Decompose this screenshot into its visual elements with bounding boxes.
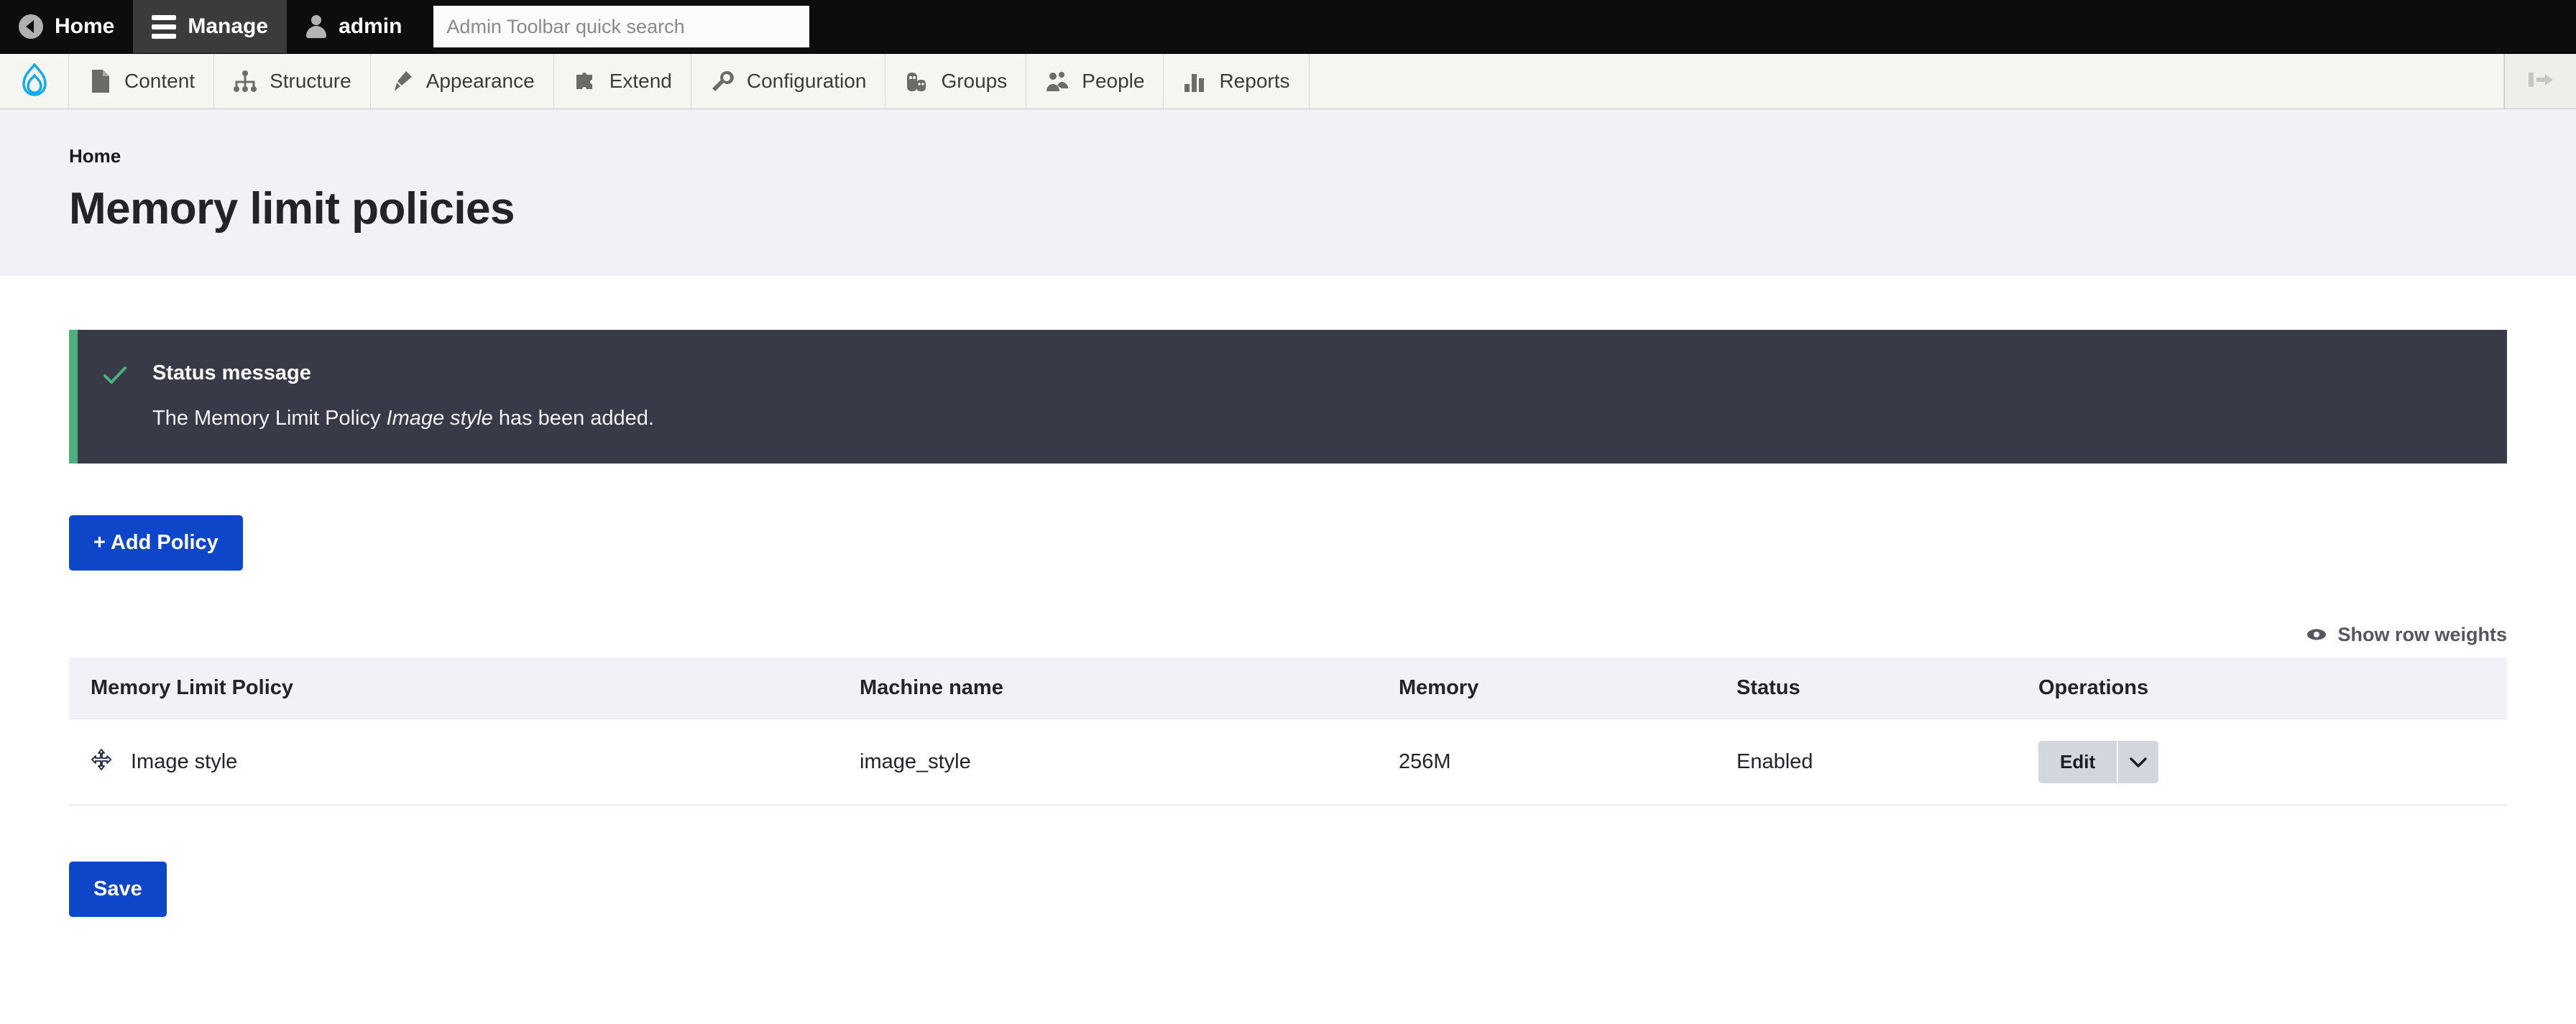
show-row-weights-label: Show row weights bbox=[2337, 624, 2507, 645]
toolbar-tab-home[interactable]: Home bbox=[0, 0, 133, 53]
breadcrumb[interactable]: Home bbox=[69, 145, 121, 167]
column-header-status: Status bbox=[1736, 658, 2038, 719]
eye-icon bbox=[2306, 624, 2327, 646]
menu-item-extend-label: Extend bbox=[609, 70, 672, 92]
toolbar-tab-admin-user[interactable]: admin bbox=[287, 0, 420, 53]
admin-menu-toolbar: Content Structure Appearance Extend Conf… bbox=[0, 54, 2576, 109]
admin-toolbar-search-input[interactable] bbox=[433, 6, 810, 47]
menu-item-groups-label: Groups bbox=[941, 70, 1008, 92]
menu-item-groups[interactable]: Groups bbox=[886, 54, 1027, 109]
checkmark-icon bbox=[78, 361, 152, 430]
column-header-policy: Memory Limit Policy bbox=[69, 658, 860, 719]
menu-item-structure-label: Structure bbox=[270, 70, 351, 92]
menu-item-people-label: People bbox=[1082, 70, 1145, 92]
memory-limit-policies-table: Memory Limit Policy Machine name Memory … bbox=[69, 658, 2507, 806]
status-message-title: Status message bbox=[152, 361, 311, 384]
table-row: Image style image_style 256M Enabled Edi… bbox=[69, 719, 2507, 806]
edit-button[interactable]: Edit bbox=[2038, 741, 2117, 783]
admin-toolbar-top: Home Manage admin bbox=[0, 0, 2576, 54]
people-group-icon bbox=[904, 69, 929, 93]
status-message-policy-name: Image style bbox=[386, 407, 493, 430]
main-content: Status message The Memory Limit Policy I… bbox=[0, 330, 2576, 960]
menu-item-people[interactable]: People bbox=[1026, 54, 1164, 109]
status-message-text: The Memory Limit Policy Image style has … bbox=[152, 407, 654, 430]
menu-item-extend[interactable]: Extend bbox=[554, 54, 691, 109]
menu-item-structure[interactable]: Structure bbox=[214, 54, 371, 109]
collapse-sidebar-icon bbox=[2526, 69, 2556, 94]
cell-operations: Edit bbox=[2038, 719, 2507, 806]
status-message-text-after: has been added. bbox=[492, 407, 654, 430]
menu-item-content[interactable]: Content bbox=[69, 54, 215, 109]
show-row-weights-link[interactable]: Show row weights bbox=[2306, 624, 2507, 646]
table-header-row: Memory Limit Policy Machine name Memory … bbox=[69, 658, 2507, 719]
menu-item-appearance[interactable]: Appearance bbox=[371, 54, 554, 109]
chevron-down-icon bbox=[2129, 750, 2148, 774]
wrench-icon bbox=[710, 69, 735, 93]
user-icon bbox=[305, 15, 327, 38]
column-header-memory: Memory bbox=[1399, 658, 1736, 719]
toolbar-tab-manage-label: Manage bbox=[188, 14, 269, 38]
page-header: Home Memory limit policies bbox=[0, 109, 2576, 275]
column-header-operations: Operations bbox=[2038, 658, 2507, 719]
table-body: Image style image_style 256M Enabled Edi… bbox=[69, 719, 2507, 806]
menu-item-configuration-label: Configuration bbox=[746, 70, 867, 92]
menu-item-content-label: Content bbox=[124, 70, 196, 92]
toolbar-orientation-toggle[interactable] bbox=[2504, 54, 2576, 109]
puzzle-piece-icon bbox=[573, 69, 597, 93]
toolbar-tab-admin-user-label: admin bbox=[339, 14, 402, 38]
status-message-text-before: The Memory Limit Policy bbox=[152, 407, 387, 430]
cell-policy-name: Image style bbox=[69, 719, 860, 806]
toolbar-tab-manage[interactable]: Manage bbox=[133, 0, 288, 53]
drag-move-icon[interactable] bbox=[91, 748, 112, 776]
table-head: Memory Limit Policy Machine name Memory … bbox=[69, 658, 2507, 719]
operations-dropbutton: Edit bbox=[2038, 741, 2159, 783]
cell-status: Enabled bbox=[1736, 719, 2038, 806]
paintbrush-icon bbox=[390, 69, 414, 93]
person-group-icon bbox=[1045, 69, 1070, 93]
status-message: Status message The Memory Limit Policy I… bbox=[69, 330, 2507, 463]
page-title: Memory limit policies bbox=[69, 184, 515, 234]
menu-item-configuration[interactable]: Configuration bbox=[691, 54, 886, 109]
cell-memory: 256M bbox=[1399, 719, 1736, 806]
sitemap-icon bbox=[233, 69, 257, 93]
home-back-icon bbox=[19, 14, 43, 39]
menu-item-reports[interactable]: Reports bbox=[1164, 54, 1310, 109]
status-message-body: Status message The Memory Limit Policy I… bbox=[152, 361, 683, 430]
add-policy-button[interactable]: + Add Policy bbox=[69, 515, 243, 571]
save-wrapper: Save bbox=[69, 862, 2507, 960]
row-weights-wrapper: Show row weights bbox=[69, 624, 2507, 646]
column-header-machine-name: Machine name bbox=[860, 658, 1399, 719]
hamburger-icon bbox=[152, 14, 177, 39]
operations-dropdown-toggle[interactable] bbox=[2117, 741, 2158, 783]
cell-machine-name: image_style bbox=[860, 719, 1399, 806]
bar-chart-icon bbox=[1182, 69, 1207, 93]
drupal-drop-logo[interactable] bbox=[0, 54, 69, 109]
menu-item-appearance-label: Appearance bbox=[426, 70, 535, 92]
menu-item-reports-label: Reports bbox=[1219, 70, 1290, 92]
add-policy-wrapper: + Add Policy bbox=[69, 515, 2507, 571]
save-button[interactable]: Save bbox=[69, 862, 167, 917]
document-icon bbox=[88, 69, 112, 93]
admin-menu-spacer bbox=[1310, 54, 2504, 109]
policy-name-label: Image style bbox=[131, 750, 238, 773]
toolbar-tab-home-label: Home bbox=[55, 14, 115, 38]
